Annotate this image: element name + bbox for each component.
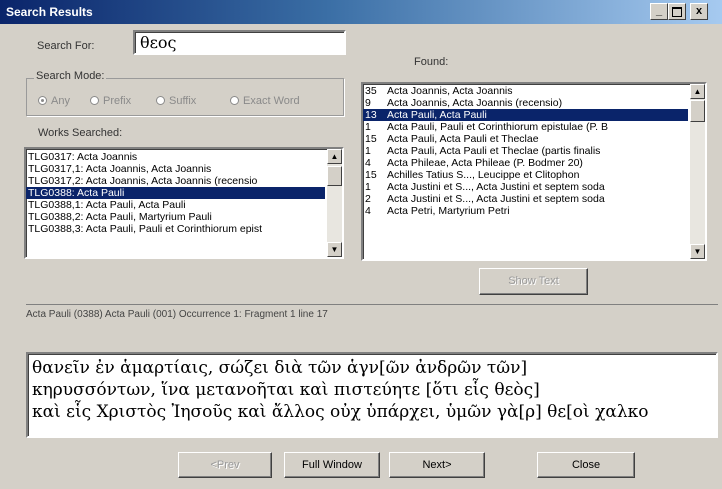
found-title: Acta Joannis, Acta Joannis	[387, 85, 513, 97]
mode-radio-any[interactable]: Any	[38, 95, 70, 107]
works-rows: TLG0317: Acta Joannis TLG0317,1: Acta Joa…	[26, 151, 325, 235]
search-input[interactable]: θεος	[133, 30, 346, 55]
found-title: Acta Pauli, Acta Pauli	[387, 109, 487, 121]
works-scrollbar[interactable]: ▲ ▼	[327, 149, 342, 257]
mode-radio-suffix[interactable]: Suffix	[156, 95, 196, 107]
scroll-up-icon[interactable]: ▲	[327, 149, 342, 164]
title-bar: Search Results _ x	[0, 0, 722, 24]
found-count: 15	[365, 133, 377, 145]
scroll-up-icon[interactable]: ▲	[690, 84, 705, 99]
found-count: 1	[365, 181, 371, 193]
mode-radio-exact-word[interactable]: Exact Word	[230, 95, 300, 107]
mode-exact-word-label: Exact Word	[243, 95, 300, 107]
works-list-item[interactable]: TLG0388,2: Acta Pauli, Martyrium Pauli	[26, 211, 325, 223]
close-button[interactable]: Close	[537, 452, 635, 478]
found-scrollbar[interactable]: ▲ ▼	[690, 84, 705, 259]
found-list-item[interactable]: 2 Acta Justini et S..., Acta Justini et s…	[363, 193, 688, 205]
close-window-button[interactable]: x	[690, 3, 708, 20]
found-label: Found:	[414, 56, 449, 68]
maximize-button[interactable]	[668, 3, 686, 20]
found-rows: 35 Acta Joannis, Acta Joannis 9 Acta Joanni…	[363, 85, 688, 217]
scroll-down-icon[interactable]: ▼	[690, 244, 705, 259]
window-title: Search Results	[6, 5, 93, 19]
found-title: Acta Pauli, Pauli et Corinthiorum epistu…	[387, 121, 609, 133]
found-title: Acta Justini et S..., Acta Justini et se…	[387, 181, 605, 193]
found-title: Acta Joannis, Acta Joannis (recensio)	[387, 97, 563, 109]
works-list-item[interactable]: TLG0388,1: Acta Pauli, Acta Pauli	[26, 199, 325, 211]
found-list-item[interactable]: 9 Acta Joannis, Acta Joannis (recensio)	[363, 97, 688, 109]
found-count: 1	[365, 145, 371, 157]
found-list-item[interactable]: 4 Acta Petri, Martyrium Petri	[363, 205, 688, 217]
found-title: Acta Phileae, Acta Phileae (P. Bodmer 20…	[387, 157, 583, 169]
text-line: καὶ εἷς Χριστὸς Ἰησοῦς καὶ ἄλλος οὐχ ὑπά…	[32, 402, 649, 422]
close-icon: x	[695, 5, 703, 17]
text-line: κηρυσσόντων, ἵνα μετανοῆται καὶ πιστεύητ…	[32, 380, 540, 400]
found-count: 9	[365, 97, 371, 109]
found-list-item[interactable]: 4 Acta Phileae, Acta Phileae (P. Bodmer 2…	[363, 157, 688, 169]
mode-radio-prefix[interactable]: Prefix	[90, 95, 131, 107]
found-title: Acta Pauli, Acta Pauli et Theclae (parti…	[387, 145, 601, 157]
found-count: 1	[365, 121, 371, 133]
mode-prefix-label: Prefix	[103, 95, 132, 107]
found-list-item[interactable]: 1 Acta Pauli, Acta Pauli et Theclae (part…	[363, 145, 688, 157]
search-for-label: Search For:	[37, 40, 95, 52]
found-list-item[interactable]: 1 Acta Justini et S..., Acta Justini et s…	[363, 181, 688, 193]
found-count: 15	[365, 169, 377, 181]
radio-icon	[230, 96, 239, 105]
works-searched-label: Works Searched:	[38, 127, 123, 139]
found-count: 2	[365, 193, 371, 205]
found-list-item[interactable]: 15 Acta Pauli, Acta Pauli et Theclae	[363, 133, 688, 145]
occurrence-reference: Acta Pauli (0388) Acta Pauli (001) Occur…	[26, 309, 328, 320]
works-list-item[interactable]: TLG0317: Acta Joannis	[26, 151, 325, 163]
works-list-item[interactable]: TLG0317,1: Acta Joannis, Acta Joannis	[26, 163, 325, 175]
search-input-value: θεος	[140, 33, 177, 52]
found-title: Acta Justini et S..., Acta Justini et se…	[387, 193, 605, 205]
text-line: θανεῖν ἐν ἁμαρτίαις, σώζει διὰ τῶν ἁγν[ῶ…	[32, 358, 528, 378]
radio-icon	[38, 96, 47, 105]
works-list-item[interactable]: TLG0317,2: Acta Joannis, Acta Joannis (r…	[26, 175, 325, 187]
found-list[interactable]: 35 Acta Joannis, Acta Joannis 9 Acta Joanni…	[361, 82, 707, 261]
found-title: Achilles Tatius S..., Leucippe et Clitop…	[387, 169, 580, 181]
works-list-item[interactable]: TLG0388: Acta Pauli	[26, 187, 325, 199]
next-button[interactable]: Next>	[389, 452, 485, 478]
found-list-item[interactable]: 35 Acta Joannis, Acta Joannis	[363, 85, 688, 97]
mode-any-label: Any	[51, 95, 70, 107]
maximize-icon	[672, 7, 682, 17]
works-scroll-thumb[interactable]	[327, 166, 342, 186]
minimize-button[interactable]: _	[650, 3, 668, 20]
radio-icon	[90, 96, 99, 105]
scroll-down-icon[interactable]: ▼	[327, 242, 342, 257]
show-text-button[interactable]: Show Text	[479, 268, 588, 295]
search-mode-label: Search Mode:	[34, 70, 107, 82]
mode-suffix-label: Suffix	[169, 95, 197, 107]
found-count: 13	[365, 109, 377, 121]
found-title: Acta Pauli, Acta Pauli et Theclae	[387, 133, 539, 145]
text-display: θανεῖν ἐν ἁμαρτίαις, σώζει διὰ τῶν ἁγν[ῶ…	[26, 352, 718, 438]
found-title: Acta Petri, Martyrium Petri	[387, 205, 510, 217]
found-list-item[interactable]: 1 Acta Pauli, Pauli et Corinthiorum epist…	[363, 121, 688, 133]
found-count: 35	[365, 85, 377, 97]
found-list-item[interactable]: 15 Achilles Tatius S..., Leucippe et Clit…	[363, 169, 688, 181]
radio-icon	[156, 96, 165, 105]
found-count: 4	[365, 157, 371, 169]
full-window-button[interactable]: Full Window	[284, 452, 380, 478]
works-list[interactable]: TLG0317: Acta Joannis TLG0317,1: Acta Joa…	[24, 147, 344, 259]
minimize-icon: _	[655, 5, 663, 17]
found-list-item[interactable]: 13 Acta Pauli, Acta Pauli	[363, 109, 688, 121]
found-count: 4	[365, 205, 371, 217]
reference-panel: Acta Pauli (0388) Acta Pauli (001) Occur…	[26, 304, 718, 353]
works-list-item[interactable]: TLG0388,3: Acta Pauli, Pauli et Corinthi…	[26, 223, 325, 235]
prev-button[interactable]: <Prev	[178, 452, 272, 478]
found-scroll-thumb[interactable]	[690, 100, 705, 122]
